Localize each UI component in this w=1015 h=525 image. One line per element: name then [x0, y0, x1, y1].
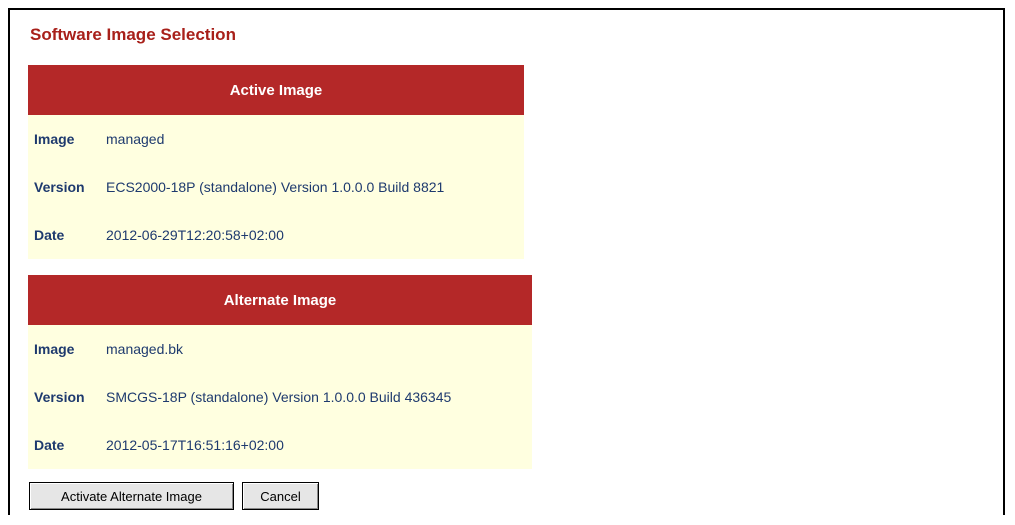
table-row: Date 2012-06-29T12:20:58+02:00	[28, 211, 524, 259]
page-title: Software Image Selection	[30, 25, 236, 44]
active-image-table: Active Image Image managed Version ECS20…	[28, 65, 524, 259]
active-image-date: 2012-06-29T12:20:58+02:00	[106, 211, 524, 259]
table-row: Version SMCGS-18P (standalone) Version 1…	[28, 373, 532, 421]
activate-alternate-image-button[interactable]: Activate Alternate Image	[29, 482, 234, 510]
date-label: Date	[28, 211, 106, 259]
date-label: Date	[28, 421, 106, 469]
alternate-image-version: SMCGS-18P (standalone) Version 1.0.0.0 B…	[106, 373, 532, 421]
table-row: Image managed.bk	[28, 325, 532, 373]
alternate-image-header: Alternate Image	[28, 275, 532, 325]
alternate-image-header-row: Alternate Image	[28, 275, 532, 325]
table-row: Image managed	[28, 115, 524, 163]
version-label: Version	[28, 373, 106, 421]
table-row: Date 2012-05-17T16:51:16+02:00	[28, 421, 532, 469]
active-image-name: managed	[106, 115, 524, 163]
image-label: Image	[28, 325, 106, 373]
image-label: Image	[28, 115, 106, 163]
alternate-image-name: managed.bk	[106, 325, 532, 373]
alternate-image-table: Alternate Image Image managed.bk Version…	[28, 275, 532, 469]
active-image-header-row: Active Image	[28, 65, 524, 115]
main-panel: Software Image Selection Active Image Im…	[8, 8, 1005, 515]
table-row: Version ECS2000-18P (standalone) Version…	[28, 163, 524, 211]
active-image-version: ECS2000-18P (standalone) Version 1.0.0.0…	[106, 163, 524, 211]
version-label: Version	[28, 163, 106, 211]
active-image-header: Active Image	[28, 65, 524, 115]
cancel-button[interactable]: Cancel	[242, 482, 319, 510]
alternate-image-date: 2012-05-17T16:51:16+02:00	[106, 421, 532, 469]
